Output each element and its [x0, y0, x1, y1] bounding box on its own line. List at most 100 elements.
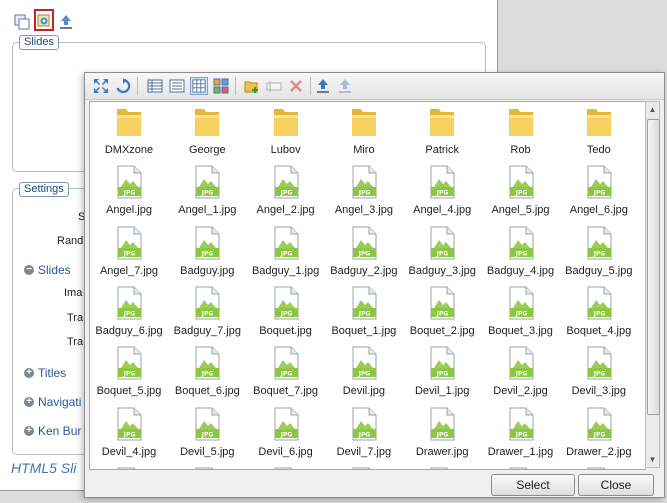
svg-text:JPG: JPG [123, 250, 136, 257]
browse-images-icon[interactable] [34, 9, 54, 31]
thumbnails-view-icon[interactable] [212, 77, 230, 95]
jpg-file-icon: JPG [584, 346, 614, 380]
folder-item[interactable]: Patrick [403, 104, 481, 164]
file-item-partial[interactable]: JPG [560, 466, 638, 469]
slides-row-label: Ima [64, 287, 83, 299]
file-item[interactable]: JPG Drawer_2.jpg [560, 406, 638, 466]
file-item[interactable]: JPG Devil_2.jpg [482, 345, 560, 405]
jpg-file-icon: JPG [427, 165, 457, 199]
svg-text:JPG: JPG [201, 190, 214, 197]
file-name: Tedo [586, 144, 611, 156]
file-item[interactable]: JPG Devil_3.jpg [560, 345, 638, 405]
file-name: Badguy_3.jpg [408, 264, 476, 277]
file-item[interactable]: JPG Badguy_5.jpg [560, 225, 638, 285]
svg-text:JPG: JPG [201, 431, 214, 438]
folder-item[interactable]: Rob [482, 104, 560, 164]
file-item[interactable]: JPG Angel_2.jpg [247, 164, 325, 224]
file-item-partial[interactable]: JPG [325, 466, 403, 469]
jpg-file-icon: JPG [114, 346, 144, 380]
file-item[interactable]: JPG Boquet_3.jpg [482, 285, 560, 345]
download-icon[interactable] [336, 77, 354, 95]
select-button[interactable]: Select [491, 474, 575, 496]
expand-icon[interactable] [92, 77, 110, 95]
file-name: Angel_3.jpg [334, 204, 393, 217]
file-item[interactable]: JPG Devil_5.jpg [168, 406, 246, 466]
delete-icon[interactable] [287, 77, 305, 95]
file-name: Devil_4.jpg [101, 445, 157, 458]
svg-text:JPG: JPG [514, 190, 527, 197]
file-item[interactable]: JPG Drawer_1.jpg [482, 406, 560, 466]
svg-text:JPG: JPG [201, 310, 214, 317]
file-item-partial[interactable]: JPG [168, 466, 246, 469]
folder-item[interactable]: Miro [325, 104, 403, 164]
folder-item[interactable]: Tedo [560, 104, 638, 164]
file-item-partial[interactable]: JPG [482, 466, 560, 469]
file-name: Badguy_4.jpg [486, 264, 555, 277]
small-icons-view-icon[interactable] [190, 77, 208, 95]
file-item[interactable]: JPG Angel_3.jpg [325, 164, 403, 224]
upload-icon[interactable] [314, 77, 332, 95]
file-item-partial[interactable]: JPG [90, 466, 168, 469]
section-ken-burns-label: Ken Bur [38, 424, 82, 438]
new-folder-icon[interactable] [243, 77, 261, 95]
file-item[interactable]: JPG Badguy_4.jpg [482, 225, 560, 285]
file-item[interactable]: JPG Angel_7.jpg [90, 225, 168, 285]
file-item[interactable]: JPG Badguy_2.jpg [325, 225, 403, 285]
file-item[interactable]: JPG Angel_6.jpg [560, 164, 638, 224]
file-name: Miro [353, 144, 375, 156]
svg-text:JPG: JPG [358, 371, 371, 378]
copy-slides-icon[interactable] [13, 13, 31, 31]
file-name: Devil.jpg [342, 385, 385, 398]
svg-text:JPG: JPG [358, 250, 371, 257]
file-item[interactable]: JPG Boquet_2.jpg [403, 285, 481, 345]
file-item[interactable]: JPG Angel.jpg [90, 164, 168, 224]
file-item[interactable]: JPG Drawer.jpg [403, 406, 481, 466]
file-item[interactable]: JPG Boquet_1.jpg [325, 285, 403, 345]
upload-icon[interactable] [57, 13, 75, 31]
file-item[interactable]: JPG Boquet.jpg [247, 285, 325, 345]
folder-item[interactable]: DMXzone [90, 104, 168, 164]
details-view-icon[interactable] [146, 77, 164, 95]
file-item[interactable]: JPG Boquet_4.jpg [560, 285, 638, 345]
svg-text:JPG: JPG [436, 371, 449, 378]
close-button[interactable]: Close [578, 474, 654, 496]
section-slides-toggle[interactable]: − Slides [24, 263, 71, 277]
scrollbar-thumb[interactable] [647, 119, 660, 415]
file-item[interactable]: JPG Angel_4.jpg [403, 164, 481, 224]
file-item[interactable]: JPG Badguy_6.jpg [90, 285, 168, 345]
file-item[interactable]: JPG Angel_5.jpg [482, 164, 560, 224]
file-item[interactable]: JPG Badguy_1.jpg [247, 225, 325, 285]
file-name: Drawer_1.jpg [487, 445, 554, 458]
section-ken-burns-toggle[interactable]: + Ken Bur [24, 424, 81, 438]
file-item[interactable]: JPG Devil_1.jpg [403, 345, 481, 405]
file-item[interactable]: JPG Badguy_7.jpg [168, 285, 246, 345]
toolbar-separator [310, 77, 311, 95]
folder-item[interactable]: Lubov [247, 104, 325, 164]
folder-item[interactable]: George [168, 104, 246, 164]
file-item[interactable]: JPG Badguy_3.jpg [403, 225, 481, 285]
vertical-scrollbar[interactable]: ▲ ▼ [645, 101, 660, 468]
file-item[interactable]: JPG Boquet_5.jpg [90, 345, 168, 405]
refresh-icon[interactable] [114, 77, 132, 95]
rename-icon[interactable] [265, 77, 283, 95]
section-titles-toggle[interactable]: + Titles [24, 366, 66, 380]
file-item-partial[interactable]: JPG [247, 466, 325, 469]
scroll-up-icon[interactable]: ▲ [648, 104, 657, 116]
list-view-icon[interactable] [168, 77, 186, 95]
file-item[interactable]: JPG Devil_4.jpg [90, 406, 168, 466]
scroll-down-icon[interactable]: ▼ [648, 454, 657, 466]
file-item[interactable]: JPG Boquet_6.jpg [168, 345, 246, 405]
file-name: Angel.jpg [106, 204, 152, 217]
file-name: Drawer_2.jpg [566, 445, 632, 458]
svg-text:JPG: JPG [358, 190, 371, 197]
file-item[interactable]: JPG Devil_7.jpg [325, 406, 403, 466]
section-navigation-toggle[interactable]: + Navigati [24, 395, 81, 409]
jpg-file-icon: JPG [114, 467, 144, 469]
file-item-partial[interactable]: JPG [403, 466, 481, 469]
file-item[interactable]: JPG Devil.jpg [325, 345, 403, 405]
jpg-file-icon: JPG [349, 407, 379, 441]
file-item[interactable]: JPG Boquet_7.jpg [247, 345, 325, 405]
file-item[interactable]: JPG Angel_1.jpg [168, 164, 246, 224]
file-item[interactable]: JPG Badguy.jpg [168, 225, 246, 285]
file-item[interactable]: JPG Devil_6.jpg [247, 406, 325, 466]
